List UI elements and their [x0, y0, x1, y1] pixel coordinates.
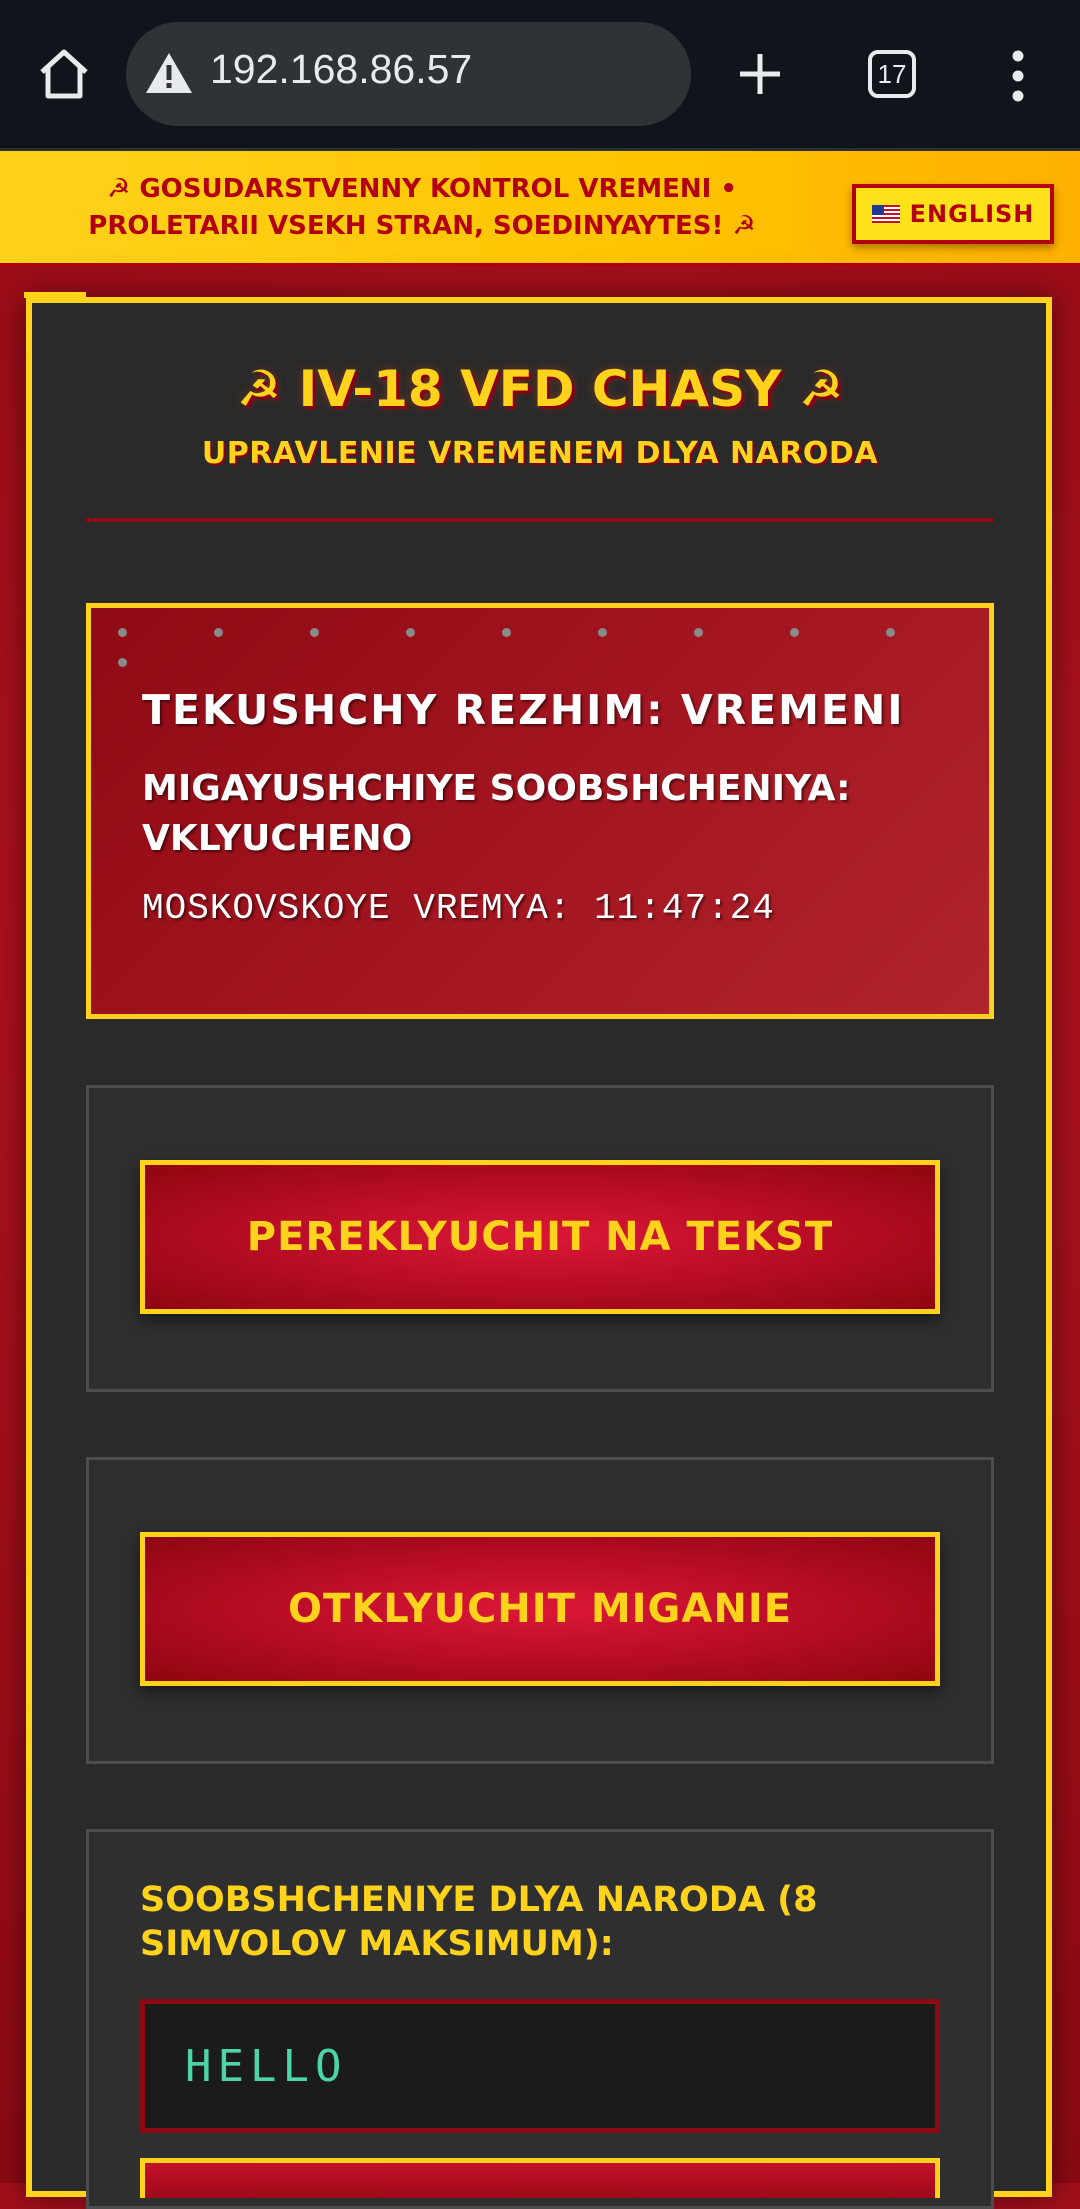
- switch-to-text-button[interactable]: PEREKLYUCHIT NA TEKST: [140, 1160, 940, 1314]
- banner-text: ☭ GOSUDARSTVENNY KONTROL VREMENI • PROLE…: [88, 174, 756, 241]
- message-label: SOOBSHCHENIYE DLYA NARODA (8 SIMVOLOV MA…: [140, 1880, 818, 1964]
- status-time: MOSKOVSKOYE VREMYA: 11:47:24: [142, 888, 775, 929]
- panel-corner-accent: [24, 292, 86, 298]
- header-divider: [86, 518, 994, 522]
- language-button-label: ENGLISH: [909, 200, 1035, 228]
- url-text[interactable]: 192.168.86.57: [210, 46, 472, 93]
- send-message-button[interactable]: [140, 2158, 940, 2198]
- language-button[interactable]: ENGLISH: [852, 184, 1054, 244]
- page-subtitle: UPRAVLENIE VREMENEM DLYA NARODA: [201, 436, 879, 471]
- menu-icon[interactable]: [1004, 50, 1032, 102]
- us-flag-icon: [871, 205, 900, 223]
- plus-icon[interactable]: [736, 50, 784, 98]
- status-blinking: MIGAYUSHCHIYE SOOBSHCHENIYA: VKLYUCHENO: [142, 768, 851, 859]
- address-bar[interactable]: 192.168.86.57: [126, 22, 691, 126]
- message-input[interactable]: [140, 1999, 940, 2133]
- disable-blink-button[interactable]: OTKLYUCHIT MIGANIE: [140, 1532, 940, 1686]
- status-dot-pattern: [118, 628, 968, 678]
- status-mode: TEKUSHCHY REZHIM: VREMENI: [142, 686, 905, 734]
- page-title: ☭ IV-18 VFD CHASY ☭: [236, 360, 844, 418]
- tabs-icon[interactable]: 17: [868, 50, 916, 98]
- home-icon[interactable]: [36, 46, 92, 102]
- warning-icon[interactable]: [144, 50, 194, 96]
- browser-toolbar: 192.168.86.57 17: [0, 0, 1080, 151]
